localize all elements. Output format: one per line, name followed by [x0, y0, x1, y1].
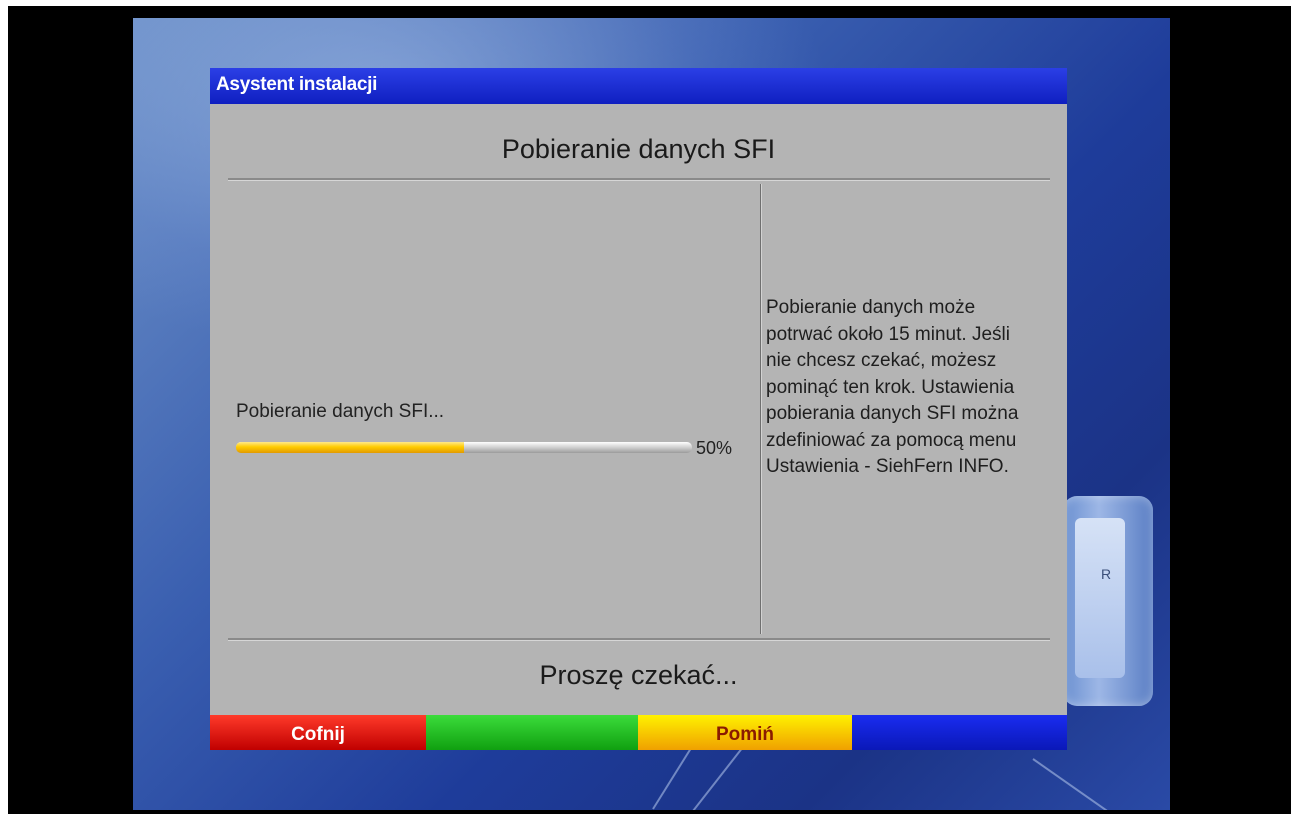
decorative-line [1032, 758, 1141, 810]
progress-label: Pobieranie danych SFI... [236, 401, 445, 422]
info-line: zdefiniować za pomocą menu [766, 429, 1017, 451]
info-line: potrwać około 15 minut. Jeśli [766, 323, 1010, 345]
progress-bar [236, 442, 692, 453]
skip-button[interactable]: Pomiń [638, 715, 852, 750]
info-text: Pobieranie danych może potrwać około 15 … [766, 295, 1056, 481]
wait-message: Proszę czekać... [539, 660, 738, 690]
info-line: pominąć ten krok. Ustawienia [766, 376, 1015, 398]
progress-bar-fill [236, 442, 464, 453]
progress-percent: 50% [696, 438, 733, 458]
page-heading: Pobieranie danych SFI [501, 134, 776, 164]
divider-vertical [760, 184, 762, 634]
color-button-bar: Cofnij Pomiń [210, 715, 1067, 750]
plug-decoration: R [1063, 496, 1153, 706]
info-line: Pobieranie danych może [766, 297, 976, 318]
back-button[interactable]: Cofnij [210, 715, 426, 750]
green-button[interactable] [426, 715, 638, 750]
blue-button[interactable] [852, 715, 1067, 750]
info-line: Ustawienia - SiehFern INFO. [766, 456, 1009, 477]
installation-assistant-dialog: Asystent instalacji Pobieranie danych SF… [210, 68, 1067, 750]
dialog-title: Asystent instalacji [216, 74, 378, 95]
dialog-body: Pobieranie danych SFI Pobieranie danych … [210, 104, 1067, 715]
divider-bottom [228, 638, 1050, 641]
info-line: pobierania danych SFI można [766, 403, 1019, 424]
plug-letter: R [1101, 566, 1112, 582]
divider-top [228, 178, 1050, 181]
info-line: nie chcesz czekać, możesz [766, 350, 997, 371]
title-bar: Asystent instalacji [210, 68, 1067, 104]
plug-face: R [1075, 518, 1125, 678]
